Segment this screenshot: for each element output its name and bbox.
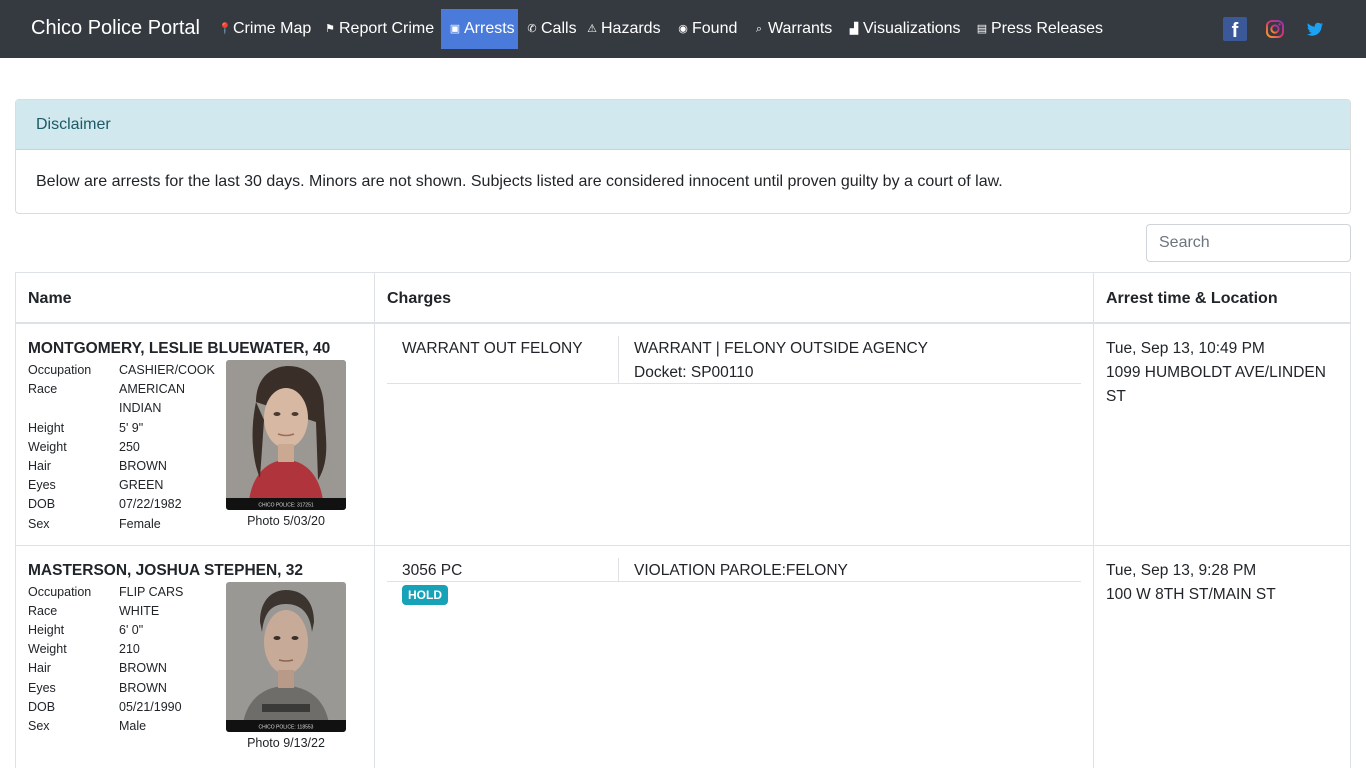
attr-label: Hair [28,459,51,473]
nav-visualizations[interactable]: ▟ Visualizations [840,9,969,49]
person-name: MONTGOMERY, LESLIE BLUEWATER, 40 [28,340,331,357]
header-charges[interactable]: Charges [387,290,451,308]
header-name[interactable]: Name [28,290,72,308]
instagram-icon[interactable] [1263,17,1287,41]
nav-label: Calls [541,20,577,37]
attr-label: Occupation [28,585,92,599]
attr-value: 07/22/1982 [119,497,182,511]
top-navbar: Chico Police Portal 📍Crime Map ⚑ Report C… [0,0,1366,58]
arrest-location: 1099 HUMBOLDT AVE/LINDEN ST [1106,364,1326,405]
facebook-icon[interactable]: f [1223,17,1247,42]
attr-value: WHITE [119,604,160,618]
photo-caption: Photo 9/13/22 [247,736,325,750]
nav-press-releases[interactable]: ▤ Press Releases [968,9,1111,49]
hold-badge: HOLD [402,585,448,605]
mugshot-photo[interactable]: CHICO POLICE: 118553 [226,582,346,732]
attr-label: Height [28,623,65,637]
newspaper-icon: ▤ [976,23,988,35]
attr-label: Eyes [28,478,56,492]
attr-label: Height [28,421,65,435]
charge-description: VIOLATION PAROLE:FELONY [634,562,848,579]
nav-warrants[interactable]: ⌕ Warrants [745,9,840,49]
attr-label: Sex [28,517,50,531]
nav-calls[interactable]: ✆ Calls [518,9,585,49]
id-card-icon: ▣ [449,23,461,35]
mugshot-photo[interactable]: CHICO POLICE: 317251 [226,360,346,510]
table-row: MONTGOMERY, LESLIE BLUEWATER, 40 Occupat… [16,324,1350,545]
attr-label: Occupation [28,363,92,377]
attr-value: INDIAN [119,401,162,415]
chart-icon: ▟ [849,23,859,35]
disclaimer-text: Below are arrests for the last 30 days. … [36,173,1003,190]
attr-label: DOB [28,700,56,714]
search-icon: ⌕ [755,23,763,35]
nav-label: Warrants [768,20,833,37]
nav-label: Report Crime [339,20,435,37]
nav-found[interactable]: ◉ Found [669,9,745,49]
arrest-time: Tue, Sep 13, 10:49 PM [1106,340,1265,357]
attr-value: 210 [119,642,140,656]
header-arrest-time-location[interactable]: Arrest time & Location [1106,290,1278,308]
attr-label: Eyes [28,681,56,695]
attr-label: Weight [28,440,67,454]
attr-label: Race [28,604,58,618]
attr-value: AMERICAN [119,382,185,396]
attr-value: Male [119,719,147,733]
charge-code: 3056 PC [402,562,463,579]
charge-description: WARRANT | FELONY OUTSIDE AGENCY [634,340,928,357]
compass-icon: ◉ [678,23,688,35]
nav-label: Crime Map [233,20,312,37]
attr-label: Sex [28,719,50,733]
nav-label: Hazards [601,20,661,37]
search-input[interactable] [1146,224,1351,262]
charge-docket: Docket: SP00110 [634,364,754,381]
arrest-location: 100 W 8TH ST/MAIN ST [1106,586,1276,603]
attr-label: Weight [28,642,67,656]
attr-value: CASHIER/COOK [119,363,215,377]
map-marker-icon: 📍 [218,23,232,35]
nav-arrests[interactable]: ▣ Arrests [441,9,518,49]
flag-icon: ⚑ [325,23,335,35]
arrest-time: Tue, Sep 13, 9:28 PM [1106,562,1257,579]
attr-label: Hair [28,661,51,675]
attr-value: BROWN [119,459,167,473]
attr-value: GREEN [119,478,164,492]
attr-value: 6' 0" [119,623,144,637]
brand-title[interactable]: Chico Police Portal [31,17,200,40]
charge-code: WARRANT OUT FELONY [402,340,583,357]
arrests-table: Name Charges Arrest time & Location MONT… [15,272,1351,768]
mugshot-placard-text: CHICO POLICE: 317251 [258,503,314,509]
attr-value: BROWN [119,661,167,675]
disclaimer-title: Disclaimer [16,100,1350,150]
attr-value: 250 [119,440,140,454]
disclaimer-card: Disclaimer Below are arrests for the las… [15,99,1351,214]
nav-report-crime[interactable]: ⚑ Report Crime [316,9,442,49]
twitter-icon[interactable] [1303,17,1327,41]
attr-value: BROWN [119,681,167,695]
photo-caption: Photo 5/03/20 [247,514,325,528]
table-row: MASTERSON, JOSHUA STEPHEN, 32 Occupation… [16,546,1350,769]
nav-crime-map[interactable]: 📍Crime Map [210,9,319,49]
nav-label: Press Releases [991,20,1104,37]
attr-value: 5' 9" [119,421,144,435]
attr-label: DOB [28,497,56,511]
nav-hazards[interactable]: ⚠ Hazards [578,9,669,49]
nav-label: Visualizations [863,20,961,37]
nav-label: Arrests [464,20,515,37]
warning-icon: ⚠ [587,23,597,35]
attr-label: Race [28,382,58,396]
attr-value: FLIP CARS [119,585,184,599]
mugshot-placard-text: CHICO POLICE: 118553 [259,725,314,731]
nav-label: Found [692,20,738,37]
attr-value: 05/21/1990 [119,700,182,714]
phone-icon: ✆ [527,23,537,35]
person-name: MASTERSON, JOSHUA STEPHEN, 32 [28,562,304,579]
attr-value: Female [119,517,161,531]
